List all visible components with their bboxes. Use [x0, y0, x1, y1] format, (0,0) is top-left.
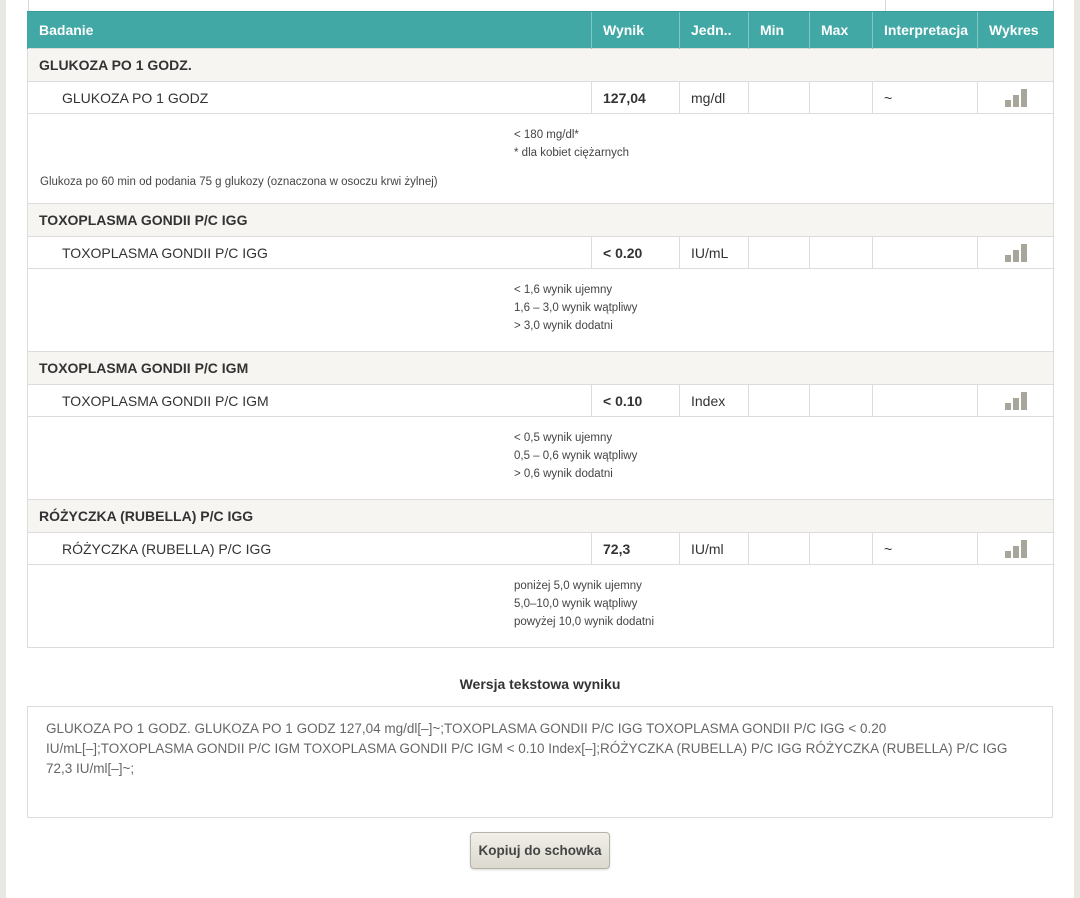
reference-note-row: < 180 mg/dl* * dla kobiet ciężarnych Glu…	[27, 113, 1054, 204]
table-row: RÓŻYCZKA (RUBELLA) P/C IGG 72,3 IU/ml ~	[27, 532, 1054, 565]
reference-note-row: < 1,6 wynik ujemny 1,6 – 3,0 wynik wątpl…	[27, 268, 1054, 352]
test-result: < 0.10	[591, 384, 680, 417]
reference-ranges: < 180 mg/dl* * dla kobiet ciężarnych	[514, 126, 629, 162]
results-table: Badanie Wynik Jedn.. Min Max Interpretac…	[27, 11, 1054, 648]
results-page: Badanie Wynik Jedn.. Min Max Interpretac…	[6, 0, 1074, 898]
chart-cell	[977, 236, 1054, 269]
column-header-min[interactable]: Min	[748, 11, 810, 49]
reference-ranges: poniżej 5,0 wynik ujemny 5,0–10,0 wynik …	[514, 577, 654, 631]
reference-range-line: < 180 mg/dl*	[514, 129, 579, 141]
test-group-title: GLUKOZA PO 1 GODZ.	[27, 48, 1054, 82]
test-name: TOXOPLASMA GONDII P/C IGG	[27, 236, 592, 269]
test-group-row: TOXOPLASMA GONDII P/C IGG	[27, 203, 1054, 237]
reference-range-line: > 0,6 wynik dodatni	[514, 468, 613, 480]
copy-to-clipboard-button[interactable]: Kopiuj do schowka	[470, 832, 610, 869]
test-result: 72,3	[591, 532, 680, 565]
bar-chart-icon[interactable]	[1004, 243, 1027, 262]
column-header-chart[interactable]: Wykres	[977, 11, 1054, 49]
test-group-title: TOXOPLASMA GONDII P/C IGG	[27, 203, 1054, 237]
bar-chart-icon[interactable]	[1004, 539, 1027, 558]
test-max	[809, 236, 873, 269]
chart-cell	[977, 81, 1054, 114]
test-max	[809, 532, 873, 565]
text-version-title: Wersja tekstowa wyniku	[459, 676, 621, 692]
test-name: GLUKOZA PO 1 GODZ	[27, 81, 592, 114]
test-min	[748, 384, 810, 417]
test-unit: mg/dl	[679, 81, 749, 114]
column-header-interpretation[interactable]: Interpretacja	[872, 11, 978, 49]
test-name: RÓŻYCZKA (RUBELLA) P/C IGG	[27, 532, 592, 565]
column-header-result[interactable]: Wynik	[591, 11, 680, 49]
test-min	[748, 81, 810, 114]
column-header-test[interactable]: Badanie	[27, 11, 592, 49]
chart-cell	[977, 384, 1054, 417]
reference-range-line: 5,0–10,0 wynik wątpliwy	[514, 598, 638, 610]
test-group-row: TOXOPLASMA GONDII P/C IGM	[27, 351, 1054, 385]
table-row: TOXOPLASMA GONDII P/C IGM < 0.10 Index	[27, 384, 1054, 417]
reference-ranges: < 0,5 wynik ujemny 0,5 – 0,6 wynik wątpl…	[514, 429, 637, 483]
reference-range-line: > 3,0 wynik dodatni	[514, 320, 613, 332]
chart-cell	[977, 532, 1054, 565]
test-max	[809, 384, 873, 417]
table-row: TOXOPLASMA GONDII P/C IGG < 0.20 IU/mL	[27, 236, 1054, 269]
test-description: Glukoza po 60 min od podania 75 g glukoz…	[40, 176, 438, 188]
test-unit: IU/ml	[679, 532, 749, 565]
reference-ranges: < 1,6 wynik ujemny 1,6 – 3,0 wynik wątpl…	[514, 281, 637, 335]
test-group-row: RÓŻYCZKA (RUBELLA) P/C IGG	[27, 499, 1054, 533]
test-group-title: RÓŻYCZKA (RUBELLA) P/C IGG	[27, 499, 1054, 533]
reference-range-line: powyżej 10,0 wynik dodatni	[514, 616, 654, 628]
test-group-row: GLUKOZA PO 1 GODZ.	[27, 48, 1054, 82]
column-header-max[interactable]: Max	[809, 11, 873, 49]
table-row: GLUKOZA PO 1 GODZ 127,04 mg/dl ~	[27, 81, 1054, 114]
previous-table-end	[28, 0, 1054, 11]
test-min	[748, 236, 810, 269]
reference-range-line: poniżej 5,0 wynik ujemny	[514, 580, 642, 592]
test-result: 127,04	[591, 81, 680, 114]
test-min	[748, 532, 810, 565]
test-interpretation	[872, 236, 978, 269]
text-version-box[interactable]: GLUKOZA PO 1 GODZ. GLUKOZA PO 1 GODZ 127…	[27, 706, 1053, 818]
reference-range-line: 0,5 – 0,6 wynik wątpliwy	[514, 450, 638, 462]
test-max	[809, 81, 873, 114]
test-group-title: TOXOPLASMA GONDII P/C IGM	[27, 351, 1054, 385]
test-result: < 0.20	[591, 236, 680, 269]
reference-note-row: poniżej 5,0 wynik ujemny 5,0–10,0 wynik …	[27, 564, 1054, 648]
column-header-unit[interactable]: Jedn..	[679, 11, 749, 49]
reference-range-line: < 0,5 wynik ujemny	[514, 432, 613, 444]
test-interpretation: ~	[872, 532, 978, 565]
reference-range-line: * dla kobiet ciężarnych	[514, 147, 630, 159]
reference-note-row: < 0,5 wynik ujemny 0,5 – 0,6 wynik wątpl…	[27, 416, 1054, 500]
test-interpretation: ~	[872, 81, 978, 114]
reference-range-line: 1,6 – 3,0 wynik wątpliwy	[514, 302, 638, 314]
bar-chart-icon[interactable]	[1004, 391, 1027, 410]
table-header: Badanie Wynik Jedn.. Min Max Interpretac…	[27, 11, 1054, 49]
bar-chart-icon[interactable]	[1004, 88, 1027, 107]
test-name: TOXOPLASMA GONDII P/C IGM	[27, 384, 592, 417]
reference-range-line: < 1,6 wynik ujemny	[514, 284, 613, 296]
test-unit: Index	[679, 384, 749, 417]
test-unit: IU/mL	[679, 236, 749, 269]
test-interpretation	[872, 384, 978, 417]
